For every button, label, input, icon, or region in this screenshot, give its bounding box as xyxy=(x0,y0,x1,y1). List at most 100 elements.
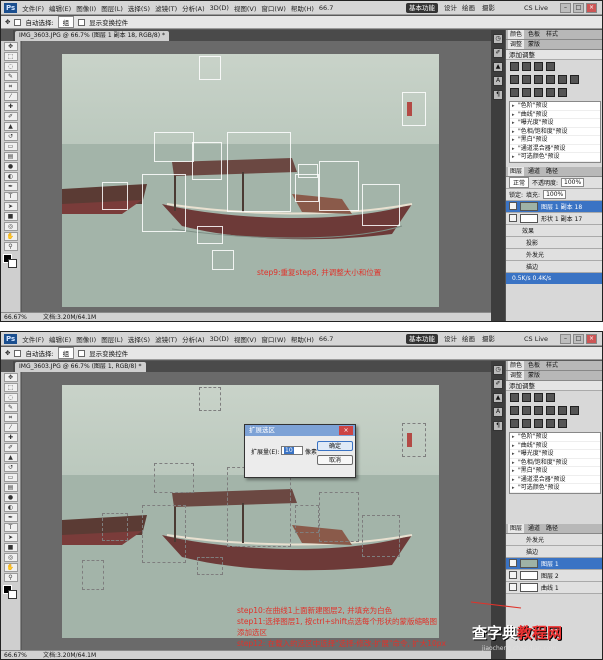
menu-item-3d[interactable]: 3D(D) xyxy=(210,4,229,12)
zoom-tool-icon[interactable]: ⚲ xyxy=(3,573,18,582)
character-panel-icon[interactable]: A xyxy=(493,76,503,86)
dodge-tool-icon[interactable]: ◐ xyxy=(3,172,18,181)
layer-row[interactable]: 描边 xyxy=(506,545,602,558)
move-tool-icon[interactable]: ✥ xyxy=(3,42,18,51)
minimize-icon[interactable]: – xyxy=(560,3,571,13)
brush-tool-icon[interactable]: ✐ xyxy=(3,112,18,121)
tab-swatches[interactable]: 色板 xyxy=(526,361,542,370)
lasso-tool-icon[interactable]: ◌ xyxy=(3,62,18,71)
threshold-icon[interactable] xyxy=(534,88,543,97)
eye-icon[interactable] xyxy=(509,559,517,567)
marquee-selection[interactable] xyxy=(154,463,194,493)
threshold-icon[interactable] xyxy=(534,419,543,428)
layer-row[interactable]: 效果 xyxy=(506,224,602,237)
preset-item[interactable]: "可选颜色"预设 xyxy=(510,153,600,162)
marquee-selection[interactable] xyxy=(102,513,128,541)
auto-select-checkbox[interactable] xyxy=(14,349,22,357)
menu-item-select[interactable]: 选择(S) xyxy=(128,334,150,344)
color-balance-icon[interactable] xyxy=(534,406,543,415)
preset-item[interactable]: "可选颜色"预设 xyxy=(510,484,600,493)
photo-filter-icon[interactable] xyxy=(558,406,567,415)
menu-item-filter[interactable]: 滤镜(T) xyxy=(155,3,177,13)
color-balance-icon[interactable] xyxy=(534,75,543,84)
workspace-essentials[interactable]: 基本功能 xyxy=(406,3,438,13)
blend-mode-select[interactable]: 正常 xyxy=(509,176,530,188)
auto-select-dropdown[interactable]: 组 xyxy=(57,347,75,359)
invert-icon[interactable] xyxy=(510,419,519,428)
selection-shape[interactable] xyxy=(295,174,319,202)
close-icon[interactable]: × xyxy=(586,334,597,344)
eye-icon[interactable] xyxy=(509,583,517,591)
selection-shape[interactable] xyxy=(402,92,426,126)
history-brush-icon[interactable]: ↺ xyxy=(3,132,18,141)
background-color-swatch[interactable] xyxy=(8,590,17,599)
close-icon[interactable]: × xyxy=(586,3,597,13)
layer-row[interactable]: 外发光 xyxy=(506,533,602,546)
zoom-status[interactable]: 66.67% xyxy=(4,314,27,321)
layer-row[interactable]: 形状 1 副本 17 xyxy=(506,212,602,225)
maximize-icon[interactable]: □ xyxy=(573,334,584,344)
history-panel-icon[interactable]: ◷ xyxy=(493,34,503,44)
menu-item-select[interactable]: 选择(S) xyxy=(128,3,150,13)
tab-adjustments[interactable]: 调整 xyxy=(508,371,525,380)
menu-item-3d[interactable]: 3D(D) xyxy=(210,335,229,343)
layer-row[interactable]: 外发光 xyxy=(506,248,602,261)
tab-paths[interactable]: 路径 xyxy=(544,167,560,176)
exposure-icon[interactable] xyxy=(546,393,555,402)
path-select-tool-icon[interactable]: ➤ xyxy=(3,533,18,542)
levels-icon[interactable] xyxy=(522,393,531,402)
gradient-map-icon[interactable] xyxy=(546,88,555,97)
selection-shape[interactable] xyxy=(102,182,128,210)
zoom-readout[interactable]: 66.7 xyxy=(319,335,333,343)
exposure-icon[interactable] xyxy=(546,62,555,71)
marquee-selection[interactable] xyxy=(82,560,104,590)
shape-tool-icon[interactable]: ■ xyxy=(3,543,18,552)
move-tool-icon[interactable]: ✥ xyxy=(3,373,18,382)
preset-item[interactable]: "色阶"预设 xyxy=(510,102,600,111)
workspace-painting[interactable]: 绘画 xyxy=(459,334,478,344)
bw-icon[interactable] xyxy=(546,75,555,84)
selection-shape[interactable] xyxy=(319,161,359,211)
tab-color[interactable]: 颜色 xyxy=(508,361,525,370)
menu-item-filter[interactable]: 滤镜(T) xyxy=(155,334,177,344)
zoom-status[interactable]: 66.67% xyxy=(4,652,27,659)
preset-item[interactable]: "曲线"预设 xyxy=(510,111,600,119)
posterize-icon[interactable] xyxy=(522,419,531,428)
workspace-painting[interactable]: 绘画 xyxy=(459,3,478,13)
zoom-tool-icon[interactable]: ⚲ xyxy=(3,242,18,251)
vibrance-icon[interactable] xyxy=(510,406,519,415)
lasso-tool-icon[interactable]: ◌ xyxy=(3,393,18,402)
history-panel-icon[interactable]: ◷ xyxy=(493,365,503,375)
type-tool-icon[interactable]: T xyxy=(3,192,18,201)
selection-shape[interactable] xyxy=(199,56,221,80)
eyedropper-tool-icon[interactable]: ⁄ xyxy=(3,423,18,432)
workspace-essentials[interactable]: 基本功能 xyxy=(406,334,438,344)
preset-item[interactable]: "黑白"预设 xyxy=(510,467,600,476)
hue-icon[interactable] xyxy=(522,75,531,84)
brightness-icon[interactable] xyxy=(510,393,519,402)
menu-item-analysis[interactable]: 分析(A) xyxy=(182,3,205,13)
path-select-tool-icon[interactable]: ➤ xyxy=(3,202,18,211)
preset-item[interactable]: "色相/饱和度"预设 xyxy=(510,459,600,467)
dialog-close-icon[interactable]: × xyxy=(339,426,353,435)
auto-select-dropdown[interactable]: 组 xyxy=(57,16,75,28)
gradient-tool-icon[interactable]: ▤ xyxy=(3,483,18,492)
tab-masks[interactable]: 蒙版 xyxy=(526,371,542,380)
tab-color[interactable]: 颜色 xyxy=(508,30,525,39)
workspace-design[interactable]: 设计 xyxy=(441,334,460,344)
preset-item[interactable]: "通道混合器"预设 xyxy=(510,476,600,484)
menu-item-file[interactable]: 文件(F) xyxy=(22,334,44,344)
hand-tool-icon[interactable]: ✋ xyxy=(3,563,18,572)
preset-item[interactable]: "曝光度"预设 xyxy=(510,119,600,128)
move-tool-icon[interactable]: ✥ xyxy=(5,18,10,26)
marquee-selection[interactable] xyxy=(142,505,186,563)
crop-tool-icon[interactable]: ⌗ xyxy=(3,82,18,91)
brush-panel-icon[interactable]: ✐ xyxy=(493,48,503,58)
marquee-selection[interactable] xyxy=(362,515,400,557)
pen-tool-icon[interactable]: ✒ xyxy=(3,513,18,522)
marquee-selection[interactable] xyxy=(199,387,221,411)
preset-item[interactable]: "黑白"预设 xyxy=(510,136,600,145)
document-tab[interactable]: IMG_3603.JPG @ 66.7% (图层 1, RGB/8) * xyxy=(15,362,146,372)
eraser-tool-icon[interactable]: ▭ xyxy=(3,142,18,151)
marquee-tool-icon[interactable]: ⬚ xyxy=(3,52,18,61)
